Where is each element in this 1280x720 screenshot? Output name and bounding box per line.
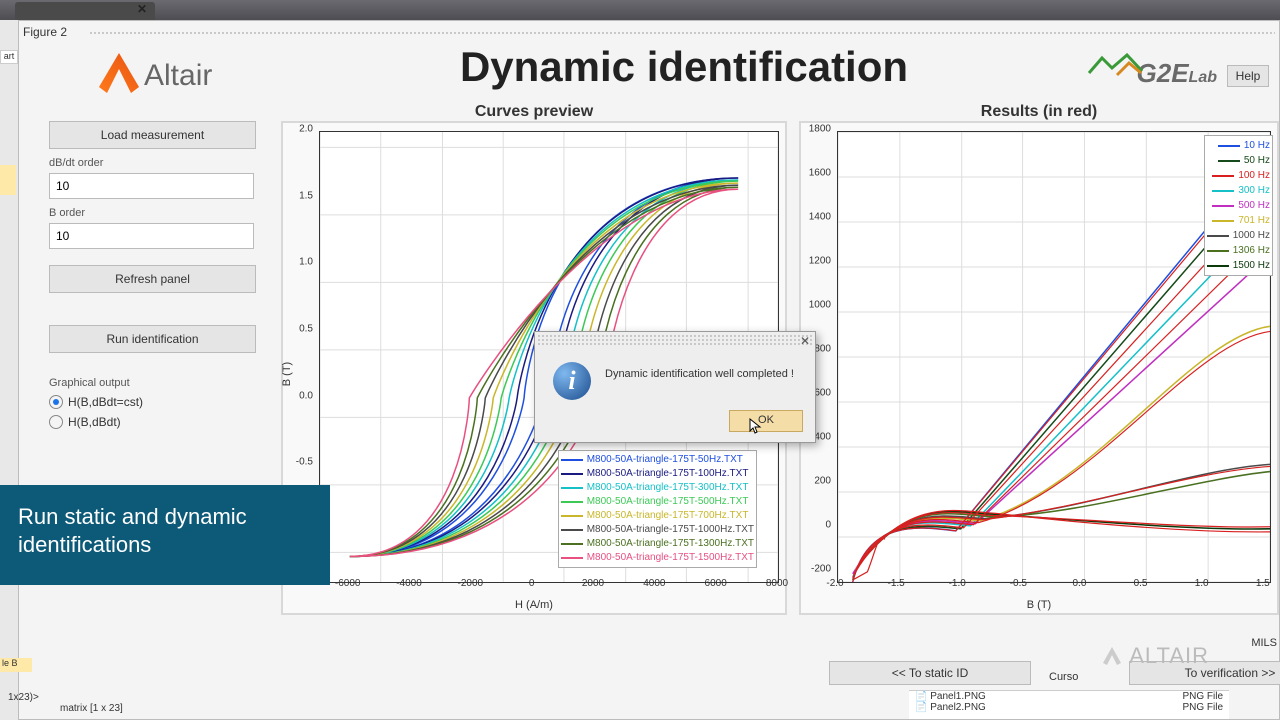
- dbdt-order-label: dB/dt order: [49, 157, 254, 169]
- titlebar-drag[interactable]: [89, 31, 1275, 35]
- dialog-titlebar[interactable]: [537, 334, 813, 346]
- workspace-fragment: 1x23)> matrix [1 x 23]: [0, 692, 123, 720]
- app-titlebar: ✕: [0, 0, 1280, 20]
- graphical-output-label: Graphical output: [49, 377, 254, 389]
- b-order-input[interactable]: [49, 223, 254, 249]
- close-icon[interactable]: ✕: [800, 334, 810, 348]
- variable-fragment: le B: [0, 658, 32, 672]
- yellow-fragment: [0, 165, 16, 195]
- refresh-panel-button[interactable]: Refresh panel: [49, 265, 256, 293]
- close-icon[interactable]: ✕: [133, 2, 151, 18]
- results-chart[interactable]: Results (in red): [799, 121, 1279, 615]
- help-button[interactable]: Help: [1227, 65, 1269, 87]
- mils-label: MILS: [1251, 637, 1277, 649]
- radio-hb-dbdt[interactable]: H(B,dBdt): [49, 415, 254, 429]
- left-legend: M800-50A-triangle-175T-50Hz.TXTM800-50A-…: [558, 450, 757, 568]
- figure-window: Figure 2 Altair Dynamic identification G…: [18, 20, 1280, 720]
- ok-button[interactable]: OK: [729, 410, 803, 432]
- left-ylabel: B (T): [281, 362, 293, 386]
- right-legend: 10 Hz50 Hz100 Hz300 Hz500 Hz701 Hz1000 H…: [1204, 135, 1273, 276]
- radio-hb-cst[interactable]: H(B,dBdt=cst): [49, 395, 254, 409]
- run-identification-button[interactable]: Run identification: [49, 325, 256, 353]
- left-fragment: art: [0, 50, 18, 64]
- right-chart-title: Results (in red): [801, 103, 1277, 121]
- left-chart-title: Curves preview: [283, 103, 785, 121]
- sidebar: Load measurement dB/dt order B order Ref…: [49, 121, 254, 543]
- g2elab-logo: G2ELab: [1137, 58, 1217, 89]
- to-static-button[interactable]: << To static ID: [829, 661, 1031, 685]
- dialog-message: Dynamic identification well completed !: [605, 368, 805, 380]
- cursor-label: Curso: [1049, 671, 1099, 683]
- dbdt-order-input[interactable]: [49, 173, 254, 199]
- window-title: Figure 2: [23, 25, 67, 39]
- altair-watermark: ALTAIR: [1101, 643, 1209, 669]
- info-icon: i: [553, 362, 591, 400]
- load-measurement-button[interactable]: Load measurement: [49, 121, 256, 149]
- info-dialog: ✕ i Dynamic identification well complete…: [534, 331, 816, 443]
- video-caption: Run static and dynamic identifications: [0, 485, 330, 585]
- file-list[interactable]: 📄 Panel1.PNGPNG File 📄 Panel2.PNGPNG Fil…: [909, 690, 1229, 719]
- b-order-label: B order: [49, 207, 254, 219]
